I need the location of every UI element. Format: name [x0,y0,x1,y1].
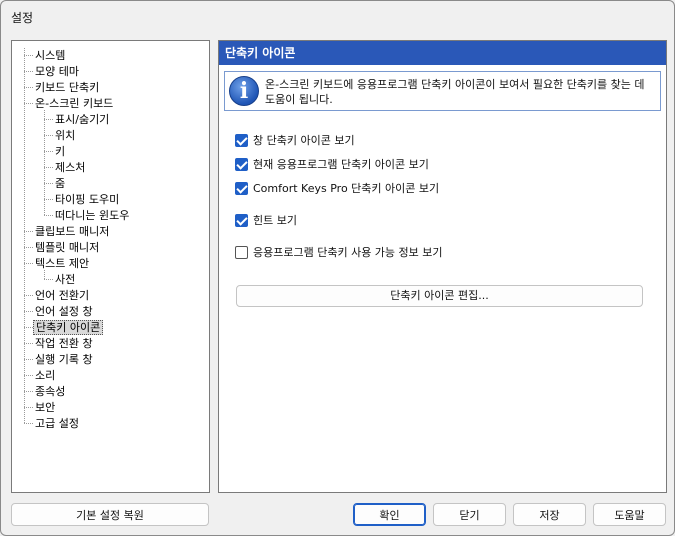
tree-item[interactable]: 소리 [33,368,57,383]
tree-item[interactable]: 타이핑 도우미 [53,192,121,207]
tree-item[interactable]: 텍스트 제안 [33,256,91,271]
save-button[interactable]: 저장 [513,503,586,526]
tree-branch [44,110,45,215]
option-window-shortcut-icons[interactable]: 창 단축키 아이콘 보기 [235,132,355,148]
tree-connector [44,167,53,168]
tree-item[interactable]: 언어 전환기 [33,288,91,303]
checkbox[interactable] [235,245,248,259]
tree-connector [24,247,33,248]
tree-connector [44,279,53,280]
tree-item[interactable]: 떠다니는 윈도우 [53,208,131,223]
tree-item[interactable]: 키보드 단축키 [33,80,101,95]
tree-connector [24,343,33,344]
option-app-shortcut-availability[interactable]: 응용프로그램 단축키 사용 가능 정보 보기 [235,244,443,260]
tree-connector [44,151,53,152]
settings-panel: 단축키 아이콘 i 온-스크린 키보드에 응용프로그램 단축키 아이콘이 보여서… [218,40,667,493]
tree-connector [24,407,33,408]
tree-connector [24,375,33,376]
tree-item[interactable]: 작업 전환 창 [33,336,95,351]
tree-item[interactable]: 키 [53,144,67,159]
settings-tree[interactable]: 시스템 모양 테마 키보드 단축키 온-스크린 키보드 표시/숨기기 위치 키 제스처 줌 타이핑… [11,40,210,493]
option-current-app-shortcut-icons[interactable]: 현재 응용프로그램 단축키 아이콘 보기 [235,156,429,172]
option-label: 현재 응용프로그램 단축키 아이콘 보기 [253,158,429,171]
checkbox[interactable] [235,213,248,227]
option-label: Comfort Keys Pro 단축키 아이콘 보기 [253,182,440,195]
option-label: 힌트 보기 [253,214,297,227]
tree-connector [44,199,53,200]
tree-item[interactable]: 단축키 아이콘 [33,320,104,335]
info-icon: i [229,76,259,106]
checkbox[interactable] [235,157,248,171]
ok-button[interactable]: 확인 [353,503,426,526]
tree-connector [24,263,33,264]
tree-item[interactable]: 고급 설정 [33,416,81,431]
edit-shortcut-icons-button[interactable]: 단축키 아이콘 편집... [236,285,643,307]
tree-item[interactable]: 제스처 [53,160,87,175]
tree-item[interactable]: 온-스크린 키보드 [33,96,115,111]
tree-connector [24,295,33,296]
info-box: i 온-스크린 키보드에 응용프로그램 단축키 아이콘이 보여서 필요한 단축키… [224,71,661,111]
tree-item[interactable]: 사전 [53,272,77,287]
info-text: 온-스크린 키보드에 응용프로그램 단축키 아이콘이 보여서 필요한 단축키를 … [265,78,645,106]
option-label: 창 단축키 아이콘 보기 [253,134,355,147]
tree-connector [44,135,53,136]
tree-item[interactable]: 실행 기록 창 [33,352,95,367]
tree-connector [24,103,33,104]
tree-item[interactable]: 시스템 [33,48,67,63]
tree-item[interactable]: 모양 테마 [33,64,81,79]
close-button[interactable]: 닫기 [433,503,506,526]
checkbox[interactable] [235,133,248,147]
option-label: 응용프로그램 단축키 사용 가능 정보 보기 [253,246,443,259]
tree-connector [24,391,33,392]
tree-item[interactable]: 언어 설정 창 [33,304,95,319]
help-button[interactable]: 도움말 [593,503,666,526]
settings-window: 설정 시스템 모양 테마 키보드 단축키 온-스크린 키보드 표시/숨기기 위치 키 제스처 줌… [0,0,675,536]
tree-trunk [24,48,25,423]
tree-connector [24,87,33,88]
tree-connector [24,231,33,232]
tree-item[interactable]: 줌 [53,176,67,191]
option-show-hints[interactable]: 힌트 보기 [235,212,297,228]
window-title: 설정 [11,11,34,25]
tree-item[interactable]: 위치 [53,128,77,143]
tree-item[interactable]: 종속성 [33,384,67,399]
tree-item[interactable]: 표시/숨기기 [53,112,111,127]
tree-connector [24,327,33,328]
option-ckp-shortcut-icons[interactable]: Comfort Keys Pro 단축키 아이콘 보기 [235,180,439,196]
tree-branch [44,270,45,279]
tree-connector [24,311,33,312]
tree-item[interactable]: 템플릿 매니저 [33,240,101,255]
tree-item[interactable]: 클립보드 매니저 [33,224,111,239]
checkbox[interactable] [235,181,248,195]
tree-connector [44,183,53,184]
tree-connector [24,359,33,360]
tree-connector [24,55,33,56]
panel-header: 단축키 아이콘 [219,41,666,65]
restore-defaults-button[interactable]: 기본 설정 복원 [11,503,209,526]
tree-item[interactable]: 보안 [33,400,57,415]
tree-connector [24,71,33,72]
tree-connector [44,119,53,120]
tree-connector [44,215,53,216]
tree-connector [24,423,33,424]
